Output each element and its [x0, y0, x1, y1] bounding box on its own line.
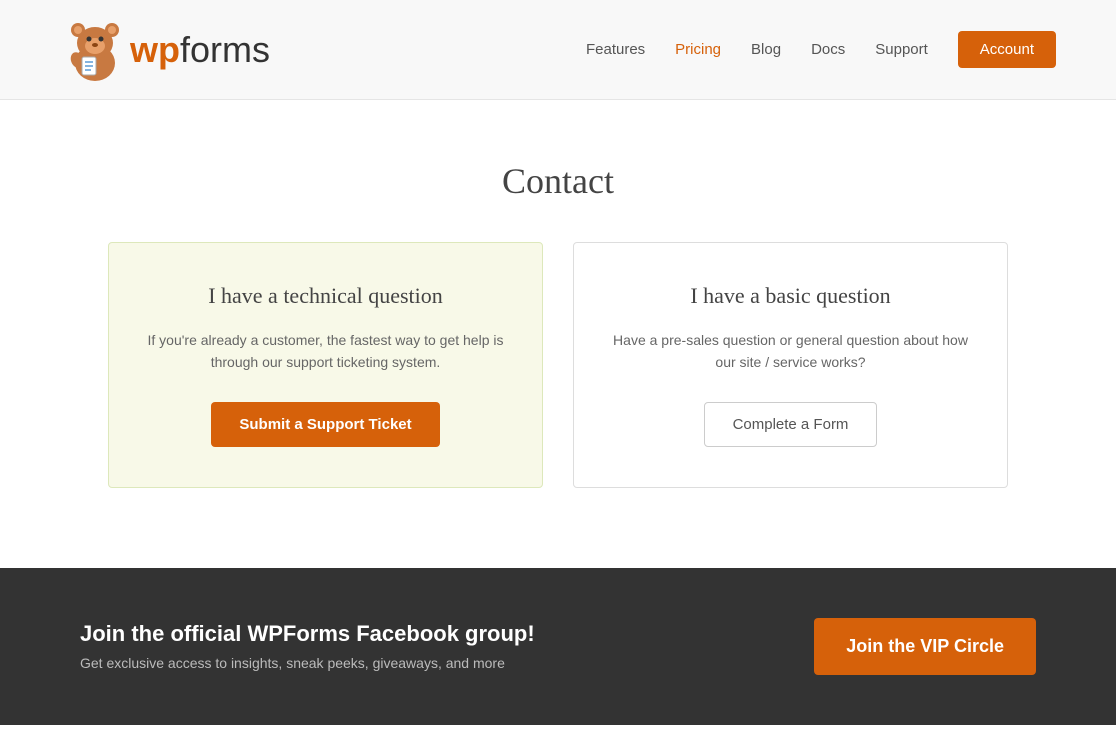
nav-support[interactable]: Support	[875, 41, 928, 58]
nav-blog[interactable]: Blog	[751, 41, 781, 58]
main-nav: Features Pricing Blog Docs Support Accou…	[586, 31, 1056, 68]
footer-banner: Join the official WPForms Facebook group…	[0, 568, 1116, 725]
complete-form-button[interactable]: Complete a Form	[704, 402, 878, 447]
footer-banner-heading: Join the official WPForms Facebook group…	[80, 621, 535, 647]
account-button[interactable]: Account	[958, 31, 1056, 68]
basic-question-card: I have a basic question Have a pre-sales…	[573, 242, 1008, 488]
footer-banner-text: Join the official WPForms Facebook group…	[80, 621, 535, 671]
logo-forms: forms	[180, 29, 270, 71]
nav-pricing[interactable]: Pricing	[675, 41, 721, 58]
basic-card-description: Have a pre-sales question or general que…	[604, 329, 977, 374]
technical-card-heading: I have a technical question	[139, 283, 512, 309]
nav-docs[interactable]: Docs	[811, 41, 845, 58]
header: wpforms Features Pricing Blog Docs Suppo…	[0, 0, 1116, 100]
basic-card-heading: I have a basic question	[604, 283, 977, 309]
vip-circle-button[interactable]: Join the VIP Circle	[814, 618, 1036, 675]
logo: wpforms	[60, 15, 270, 85]
logo-wp: wp	[130, 29, 180, 71]
bear-mascot-icon	[60, 15, 130, 85]
main-content: Contact I have a technical question If y…	[0, 100, 1116, 568]
submit-ticket-button[interactable]: Submit a Support Ticket	[211, 402, 439, 447]
cards-container: I have a technical question If you're al…	[108, 242, 1008, 488]
nav-features[interactable]: Features	[586, 41, 645, 58]
technical-question-card: I have a technical question If you're al…	[108, 242, 543, 488]
technical-card-description: If you're already a customer, the fastes…	[139, 329, 512, 374]
page-title: Contact	[60, 160, 1056, 202]
footer-banner-sub: Get exclusive access to insights, sneak …	[80, 655, 535, 671]
